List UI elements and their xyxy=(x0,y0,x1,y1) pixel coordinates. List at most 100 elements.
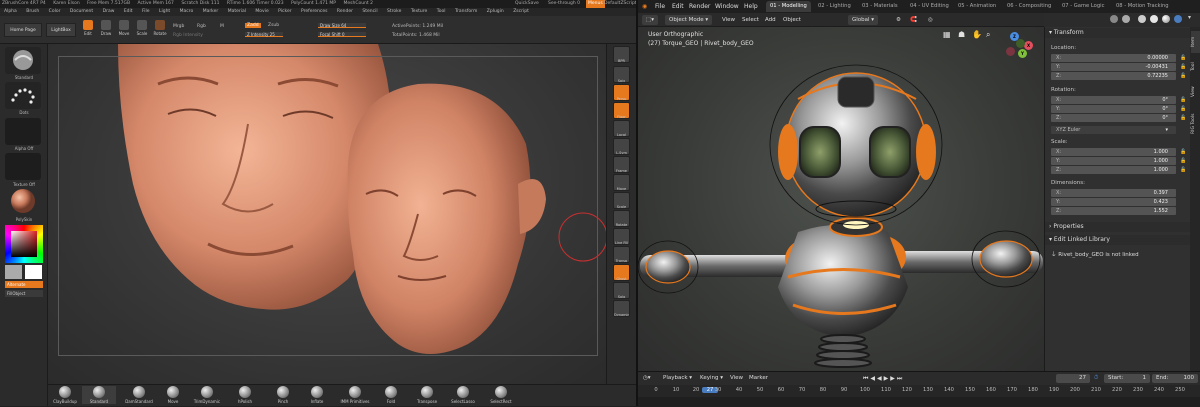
workspace-tab-lighting[interactable]: 02 - Lighting xyxy=(814,1,855,12)
z-intensity-slider[interactable]: Z Intensity 25 xyxy=(245,32,283,37)
orientation-dropdown[interactable]: Global ▾ xyxy=(848,15,879,25)
pinch-brush[interactable]: Pinch xyxy=(266,386,300,404)
material-thumb[interactable] xyxy=(5,188,41,215)
menu-item[interactable]: Marker xyxy=(203,9,219,14)
color-picker[interactable] xyxy=(5,225,43,263)
properties-panel-header[interactable]: › Properties xyxy=(1045,222,1191,232)
move-tool[interactable]: Move xyxy=(116,19,132,41)
brush-thumb[interactable] xyxy=(5,47,41,74)
lock-icon[interactable]: 🔓 xyxy=(1180,73,1186,79)
tab-view[interactable]: View xyxy=(1191,81,1200,103)
fold-brush[interactable]: Fold xyxy=(374,386,408,404)
location-y-field[interactable]: Y: -0.00431 xyxy=(1051,63,1176,71)
menu-edit[interactable]: Edit xyxy=(672,0,684,13)
alternate-button[interactable]: Alternate xyxy=(5,281,43,288)
dimensions-x-field[interactable]: X: 0.397 xyxy=(1051,189,1176,197)
lock-icon[interactable]: 🔓 xyxy=(1180,115,1186,121)
standard-brush[interactable]: Standard xyxy=(82,386,116,404)
menu-item[interactable]: Zscript xyxy=(513,9,529,14)
wireframe-shading-icon[interactable] xyxy=(1138,15,1146,23)
view-menu[interactable]: View xyxy=(722,15,735,25)
inflate-brush[interactable]: Inflate xyxy=(300,386,334,404)
timeline-ruler[interactable]: 0 10 20 27 30 40 50 60 70 80 90 100 110 … xyxy=(638,385,1200,397)
transpose-tool[interactable]: Transpose xyxy=(410,386,444,404)
camera-view-icon[interactable]: ☗ xyxy=(958,30,965,39)
view-menu[interactable]: View xyxy=(730,374,743,383)
edit-linked-library-header[interactable]: ▾ Edit Linked Library xyxy=(1045,235,1191,245)
rotate-tool[interactable]: Rotate xyxy=(152,19,168,41)
polyf-button[interactable]: Line Fill PolyF xyxy=(613,228,630,245)
lock-icon[interactable]: 🔓 xyxy=(1180,55,1186,61)
editor-type-icon[interactable]: ⬚▾ xyxy=(642,15,658,25)
gizmo-x-axis[interactable]: X xyxy=(1024,41,1033,50)
ghost-button[interactable]: Ghost xyxy=(613,264,630,281)
menu-item[interactable]: Stencil xyxy=(362,9,377,14)
bpr-button[interactable]: BPR xyxy=(613,46,630,63)
transp-button[interactable]: Transp xyxy=(613,246,630,263)
menu-help[interactable]: Help xyxy=(744,0,758,13)
rgb-intensity-slider[interactable]: Rgb Intensity xyxy=(173,33,203,38)
tab-item[interactable]: Item xyxy=(1191,31,1200,53)
lsym-button[interactable]: L.Sym xyxy=(613,138,630,155)
rotate-view-button[interactable]: Rotate xyxy=(613,210,630,227)
location-z-field[interactable]: Z: 0.72235 xyxy=(1051,72,1176,80)
imm-primitives-brush[interactable]: IMM Primitives xyxy=(338,386,372,404)
menu-item[interactable]: Movie xyxy=(255,9,268,14)
workspace-tab-animation[interactable]: 05 - Animation xyxy=(954,1,1000,12)
snap-icon[interactable]: 🧲 xyxy=(910,15,917,25)
menu-file[interactable]: File xyxy=(655,0,665,13)
menu-item[interactable]: Alpha xyxy=(4,9,17,14)
workspace-tab-game-logic[interactable]: 07 - Game Logic xyxy=(1058,1,1108,12)
menu-item[interactable]: Material xyxy=(228,9,246,14)
menu-item[interactable]: File xyxy=(142,9,150,14)
tab-tool[interactable]: Tool xyxy=(1191,57,1200,77)
scale-z-field[interactable]: Z: 1.000 xyxy=(1051,166,1176,174)
gizmo-neg-y[interactable] xyxy=(1016,39,1025,48)
lock-icon[interactable]: 🔓 xyxy=(1180,167,1186,173)
chevron-down-icon[interactable]: ▾ xyxy=(1188,14,1191,21)
workspace-tab-materials[interactable]: 03 - Materials xyxy=(858,1,902,12)
frame-button[interactable]: Frame xyxy=(613,156,630,173)
current-frame-field[interactable]: 27 xyxy=(1056,374,1090,383)
lock-icon[interactable]: 🔓 xyxy=(1180,97,1186,103)
mrgb-toggle[interactable]: Mrgb xyxy=(173,24,184,29)
menu-item[interactable]: Render xyxy=(337,9,353,14)
dimensions-z-field[interactable]: Z: 1.552 xyxy=(1051,207,1176,215)
stopwatch-icon[interactable]: ⏱ xyxy=(1094,374,1098,383)
material-shading-icon[interactable] xyxy=(1162,15,1170,23)
stroke-thumb[interactable] xyxy=(5,82,41,109)
see-through-slider[interactable]: See-through 0 xyxy=(548,0,580,8)
workspace-tab-uv-editing[interactable]: 04 - UV Editing xyxy=(906,1,953,12)
secondary-color-swatch[interactable] xyxy=(5,265,22,279)
tab-rig-tools[interactable]: RIG Tools xyxy=(1191,107,1200,141)
trimdynamic-brush[interactable]: TrimDynamic xyxy=(190,386,224,404)
menu-item[interactable]: Macro xyxy=(180,9,194,14)
selectrect-tool[interactable]: SelectRect xyxy=(484,386,518,404)
pivot-icon[interactable]: ⚙ xyxy=(896,15,901,25)
scale-tool[interactable]: Scale xyxy=(134,19,150,41)
grid-icon[interactable]: ▦ xyxy=(943,30,951,39)
menu-item[interactable]: Stroke xyxy=(387,9,401,14)
spix-button[interactable]: Spix xyxy=(613,66,630,83)
lock-icon[interactable]: 🔓 xyxy=(1180,64,1186,70)
playback-menu[interactable]: Playback ▾ xyxy=(663,374,692,383)
menu-item[interactable]: Color xyxy=(49,9,61,14)
local-button[interactable]: Local xyxy=(613,120,630,137)
menu-item[interactable]: Document xyxy=(70,9,93,14)
blender-logo-icon[interactable]: ◉ xyxy=(642,0,647,13)
menu-item[interactable]: Draw xyxy=(103,9,115,14)
rgb-toggle[interactable]: Rgb xyxy=(197,24,206,29)
persp-button[interactable]: Persp xyxy=(613,84,630,101)
rotation-mode-dropdown[interactable]: XYZ Euler ▾ xyxy=(1051,126,1176,134)
hand-pan-icon[interactable]: ✋ xyxy=(972,30,982,39)
solid-shading-icon[interactable] xyxy=(1150,15,1158,23)
dimensions-y-field[interactable]: Y: 0.423 xyxy=(1051,198,1176,206)
marker-menu[interactable]: Marker xyxy=(749,374,768,383)
object-menu[interactable]: Object xyxy=(783,15,801,25)
scale-view-button[interactable]: Scale xyxy=(613,192,630,209)
clock-icon[interactable]: ◷▾ xyxy=(643,374,651,383)
draw-tool[interactable]: Draw xyxy=(98,19,114,41)
lightbox-button[interactable]: LightBox xyxy=(46,23,76,37)
proportional-edit-icon[interactable]: ◎ xyxy=(928,15,933,25)
rendered-shading-icon[interactable] xyxy=(1174,15,1182,23)
